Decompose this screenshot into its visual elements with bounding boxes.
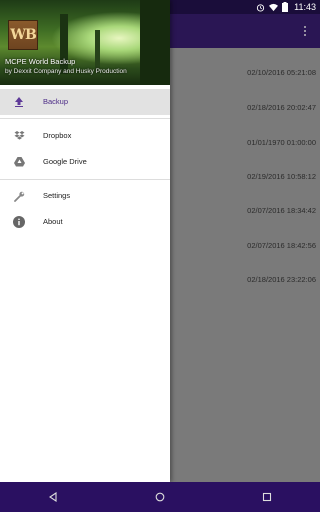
alarm-icon	[256, 3, 265, 12]
backup-item[interactable]: 02/19/2016 10:58:12	[247, 172, 316, 186]
home-button[interactable]	[140, 482, 180, 512]
home-icon	[155, 492, 165, 502]
drawer-item-label: Backup	[43, 97, 69, 106]
back-button[interactable]	[33, 482, 73, 512]
divider	[0, 179, 170, 180]
back-icon	[49, 492, 57, 502]
wifi-icon	[269, 3, 279, 12]
drawer-item-about[interactable]: About	[0, 209, 170, 235]
backup-item[interactable]: 02/07/2016 18:42:56	[247, 241, 316, 255]
recents-button[interactable]	[247, 482, 287, 512]
drawer-item-google-drive[interactable]: Google Drive	[0, 149, 170, 175]
wrench-icon	[12, 189, 26, 203]
status-time: 11:43	[294, 2, 316, 12]
backup-item[interactable]: 02/18/2016 20:02:47	[247, 103, 316, 117]
info-icon	[12, 215, 26, 229]
divider	[0, 118, 170, 119]
recents-icon	[262, 492, 271, 502]
backup-item[interactable]: 01/01/1970 01:00:00	[247, 138, 316, 152]
drawer-item-label: Google Drive	[43, 157, 87, 166]
google-drive-icon	[12, 155, 26, 169]
drawer-item-dropbox[interactable]: Dropbox	[0, 123, 170, 149]
backup-item[interactable]: 02/07/2016 18:34:42	[247, 206, 316, 220]
app-logo: WB	[8, 20, 38, 50]
drawer-header: WB MCPE World Backup by Dexxit Company a…	[0, 0, 170, 85]
backup-item[interactable]: 02/18/2016 23:22:06	[247, 275, 316, 289]
app-title: MCPE World Backup	[5, 57, 76, 66]
navigation-drawer: WB MCPE World Backup by Dexxit Company a…	[0, 0, 170, 482]
upload-icon	[12, 95, 26, 109]
drawer-item-settings[interactable]: Settings	[0, 183, 170, 209]
system-nav-bar	[0, 482, 320, 512]
battery-icon	[282, 2, 289, 12]
drawer-item-label: Dropbox	[43, 131, 72, 140]
dropbox-icon	[12, 129, 26, 143]
overflow-menu-icon[interactable]	[304, 26, 306, 38]
app-subtitle: by Dexxit Company and Husky Production	[5, 68, 127, 75]
drawer-item-backup[interactable]: Backup	[0, 89, 170, 115]
backup-item[interactable]: 02/10/2016 05:21:08	[247, 68, 316, 82]
drawer-item-label: About	[43, 217, 63, 226]
drawer-item-label: Settings	[43, 191, 71, 200]
